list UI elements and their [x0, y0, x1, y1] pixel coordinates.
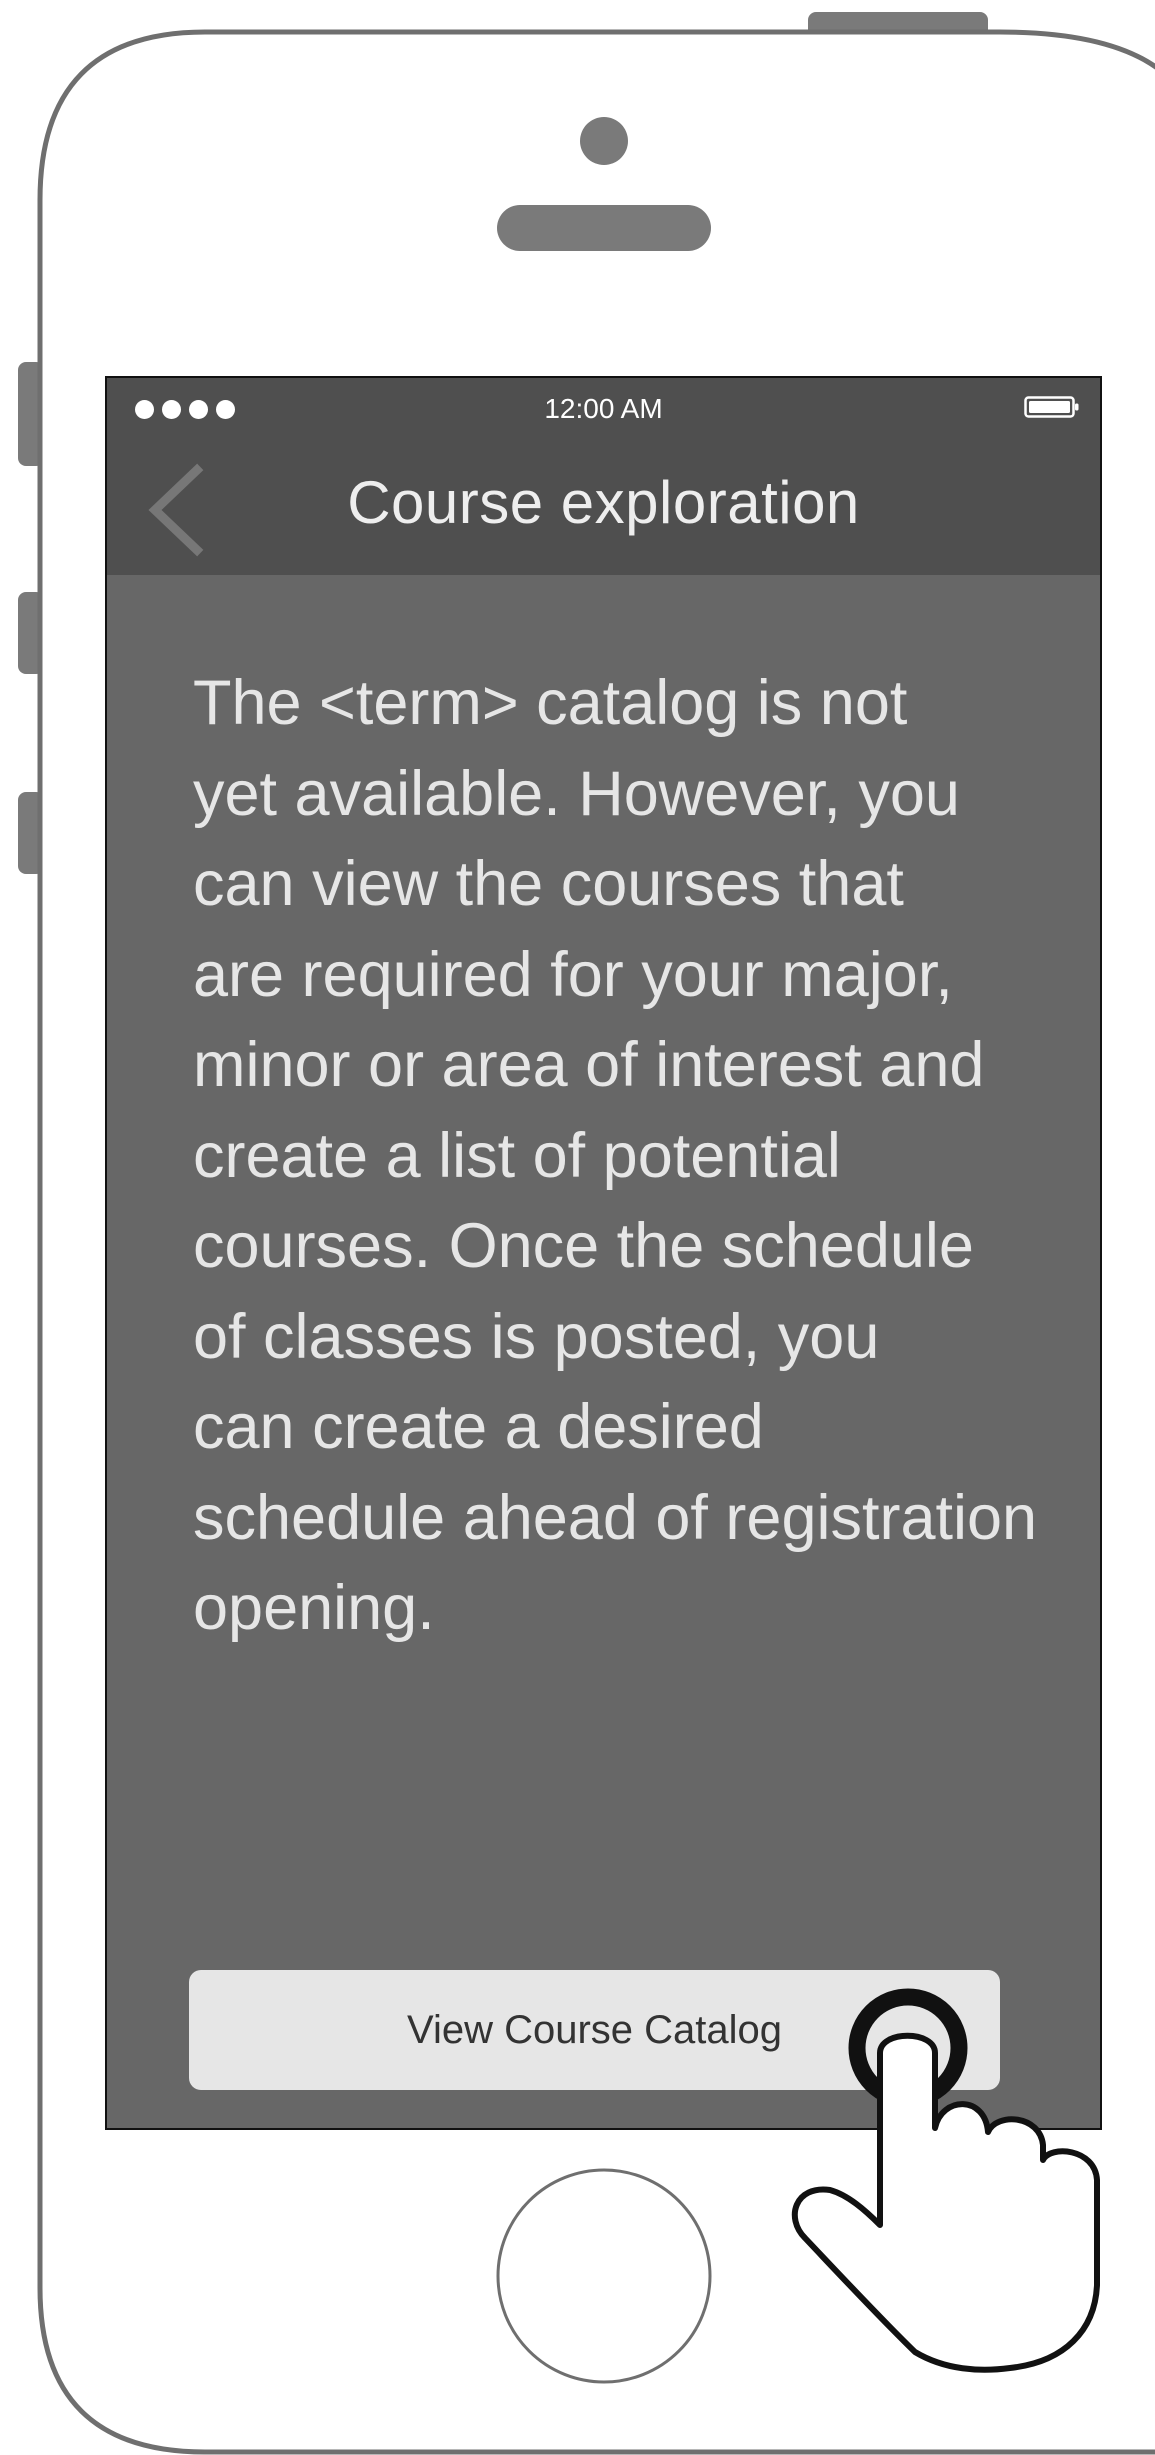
view-course-catalog-button[interactable]: View Course Catalog — [189, 1970, 1000, 2090]
battery-icon — [1024, 396, 1079, 418]
navigation-bar: 12:00 AM Course exploration — [107, 378, 1100, 575]
view-course-catalog-label: View Course Catalog — [406, 2007, 783, 2052]
status-time: 12:00 AM — [544, 393, 663, 424]
status-bar: 12:00 AM — [107, 378, 1100, 438]
earpiece-speaker — [497, 205, 711, 251]
front-camera — [580, 117, 628, 165]
app-screen: 12:00 AM Course exploration The <term> c… — [105, 376, 1102, 2130]
page-title: Course exploration — [347, 469, 860, 536]
home-button[interactable] — [496, 2168, 712, 2384]
catalog-unavailable-message: The <term> catalog is not yet available.… — [193, 668, 1038, 1643]
mockup-canvas: 12:00 AM Course exploration The <term> c… — [0, 0, 1155, 2455]
